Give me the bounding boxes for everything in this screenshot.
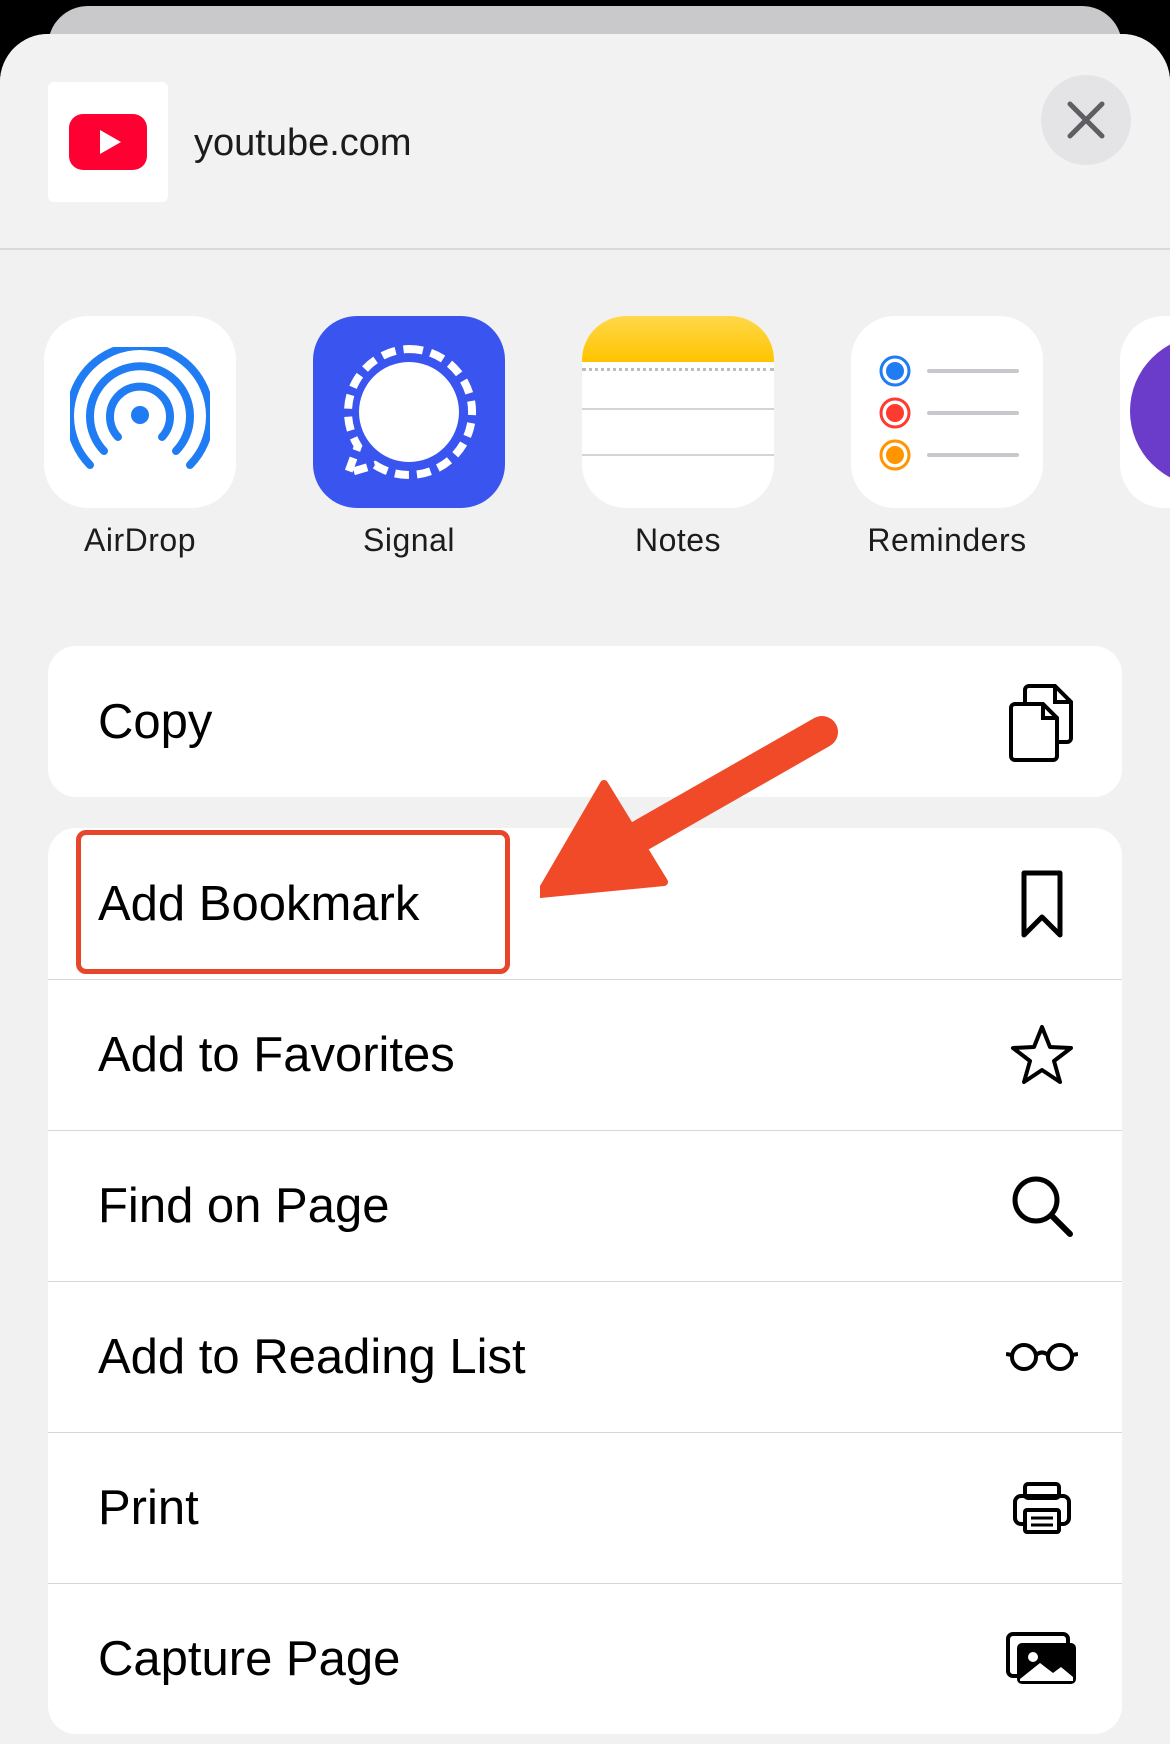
share-sheet: youtube.com AirDrop Signal Notes Reminde…: [0, 34, 1170, 1744]
action-capture-page[interactable]: Capture Page: [48, 1583, 1122, 1734]
airdrop-icon: [44, 316, 236, 508]
action-label: Find on Page: [98, 1179, 390, 1233]
close-button[interactable]: [1041, 75, 1131, 165]
printer-icon: [1002, 1468, 1082, 1548]
action-label: Add Bookmark: [98, 876, 420, 931]
app-notes[interactable]: Notes: [582, 316, 774, 559]
youtube-logo-icon: [69, 114, 147, 170]
star-icon: [1002, 1015, 1082, 1095]
site-thumbnail: [48, 82, 168, 202]
reminders-icon: [851, 316, 1043, 508]
signal-icon: [313, 316, 505, 508]
app-label: Notes: [634, 522, 722, 558]
photos-icon: [1002, 1619, 1082, 1699]
bookmark-icon: [1002, 864, 1082, 944]
app-signal[interactable]: Signal: [313, 316, 505, 559]
share-apps-row: AirDrop Signal Notes Reminders: [0, 316, 1170, 596]
action-print[interactable]: Print: [48, 1432, 1122, 1583]
app-label: Reminders: [867, 522, 1027, 558]
action-label: Print: [98, 1481, 199, 1535]
search-icon: [1002, 1166, 1082, 1246]
notes-icon: [582, 316, 774, 508]
app-airdrop[interactable]: AirDrop: [44, 316, 236, 559]
action-label: Add to Favorites: [98, 1028, 455, 1082]
action-label: Capture Page: [98, 1632, 401, 1686]
site-name: youtube.com: [194, 122, 412, 164]
app-label: AirDrop: [84, 522, 196, 558]
action-find-on-page[interactable]: Find on Page: [48, 1130, 1122, 1281]
action-label: Copy: [98, 694, 213, 749]
close-icon: [1067, 101, 1105, 139]
copy-icon: [1002, 682, 1082, 762]
app-reminders[interactable]: Reminders: [851, 316, 1043, 559]
glasses-icon: [1002, 1317, 1082, 1397]
share-header: youtube.com: [0, 34, 1170, 250]
actions-group: Add Bookmark Add to Favorites Find on Pa…: [48, 828, 1122, 1734]
annotation-arrow: [540, 716, 838, 898]
action-add-to-favorites[interactable]: Add to Favorites: [48, 979, 1122, 1130]
app-partial-icon: [1120, 316, 1170, 508]
action-label: Add to Reading List: [98, 1330, 526, 1384]
action-add-to-reading-list[interactable]: Add to Reading List: [48, 1281, 1122, 1432]
app-partial[interactable]: [1120, 316, 1170, 508]
app-label: Signal: [363, 522, 455, 558]
